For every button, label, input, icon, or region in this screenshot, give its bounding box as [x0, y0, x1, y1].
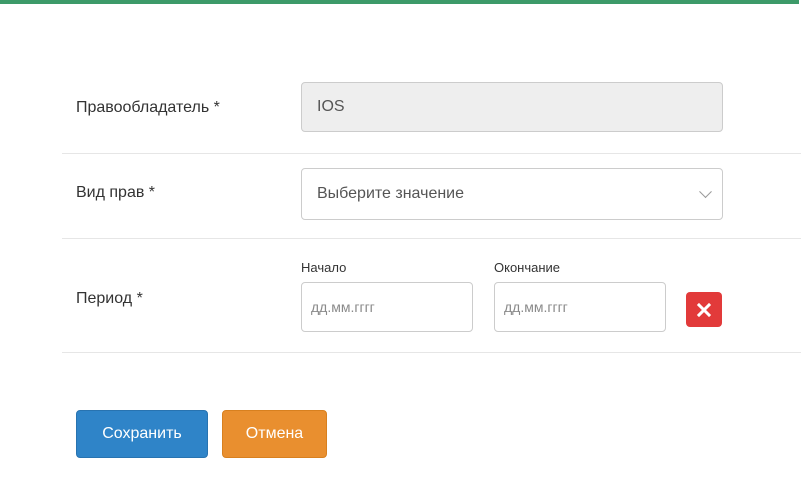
- cancel-button-label: Отмена: [245, 425, 304, 442]
- top-accent-bar: [0, 0, 799, 4]
- period-start-placeholder: дд.мм.гггг: [311, 299, 375, 315]
- chevron-down-icon: [699, 185, 712, 199]
- rights-type-placeholder: Выберите значение: [317, 185, 465, 202]
- row-divider: [62, 153, 801, 154]
- period-end-placeholder: дд.мм.гггг: [504, 299, 568, 315]
- save-button[interactable]: Сохранить: [76, 410, 208, 458]
- rights-type-select[interactable]: Выберите значение: [301, 168, 723, 220]
- rightsholder-label: Правообладатель *: [76, 99, 220, 116]
- rightsholder-field: IOS: [301, 82, 723, 132]
- rights-type-label: Вид прав *: [76, 184, 156, 201]
- period-start-input[interactable]: дд.мм.гггг: [301, 282, 473, 332]
- period-end-label: Окончание: [494, 260, 561, 275]
- row-divider: [62, 352, 801, 353]
- close-icon: [697, 302, 711, 317]
- clear-period-button[interactable]: [686, 292, 722, 327]
- period-end-input[interactable]: дд.мм.гггг: [494, 282, 666, 332]
- save-button-label: Сохранить: [102, 425, 182, 442]
- period-label: Период *: [76, 290, 143, 307]
- row-divider: [62, 238, 801, 239]
- rightsholder-value: IOS: [317, 98, 345, 115]
- cancel-button[interactable]: Отмена: [222, 410, 327, 458]
- period-start-label: Начало: [301, 260, 347, 275]
